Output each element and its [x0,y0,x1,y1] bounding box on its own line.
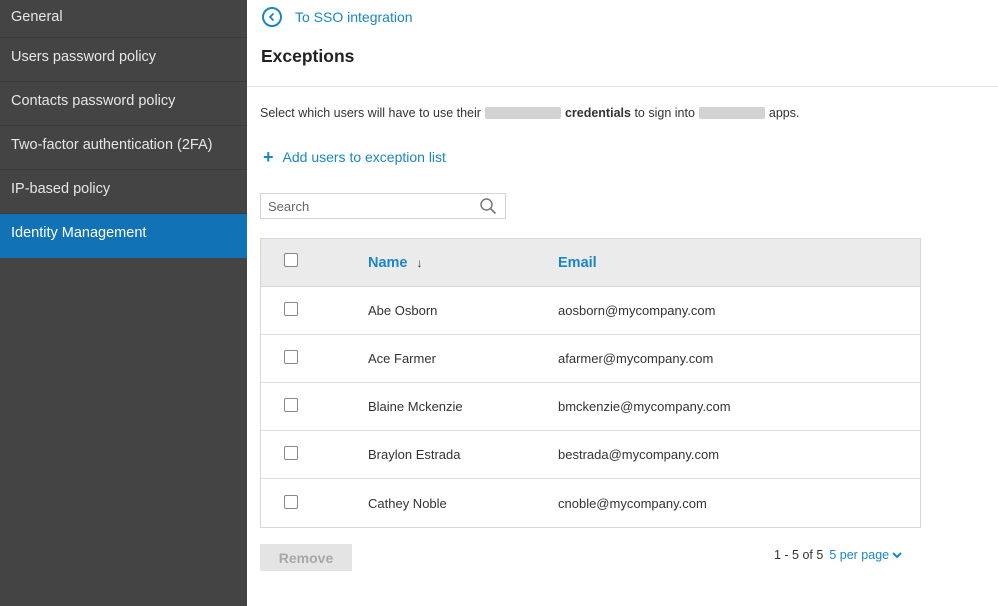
per-page-label[interactable]: 5 per page [829,548,889,562]
search-input[interactable] [268,198,468,214]
description-text: Select which users will have to use thei… [260,106,800,120]
user-email: bmckenzie@mycompany.com [558,399,731,414]
sidebar-item-two-factor-authentication[interactable]: Two-factor authentication (2FA) [0,126,247,170]
column-name-label[interactable]: Name [368,255,408,271]
divider [247,86,998,87]
user-name: Abe Osborn [368,303,438,318]
pagination-range: 1 - 5 of 5 [774,548,824,562]
table-header: Name ↓ Email [261,239,920,287]
search-icon[interactable] [479,197,497,220]
per-page-dropdown[interactable]: 5 per page [829,548,902,562]
row-checkbox[interactable] [284,494,298,509]
description-part-2: to sign into [634,106,695,120]
table-row: Cathey Noble cnoble@mycompany.com [261,479,920,527]
row-checkbox[interactable] [284,398,298,412]
sidebar: General Users password policy Contacts p… [0,0,247,606]
chevron-down-icon[interactable] [892,551,902,559]
user-email: afarmer@mycompany.com [558,351,714,366]
table-row: Abe Osborn aosborn@mycompany.com [261,287,920,335]
select-all-checkbox[interactable] [284,253,298,267]
user-email: bestrada@mycompany.com [558,447,720,462]
redacted-brand [698,107,765,119]
user-email: cnoble@mycompany.com [558,495,707,511]
remove-button[interactable]: Remove [260,544,352,571]
add-users-label: Add users to exception list [282,149,446,165]
sort-down-icon[interactable]: ↓ [417,256,423,270]
sidebar-item-ip-based-policy[interactable]: IP-based policy [0,170,247,214]
back-to-sso-link[interactable]: To SSO integration [262,5,413,29]
row-checkbox[interactable] [284,446,298,460]
page-title: Exceptions [261,46,355,66]
table-row: Ace Farmer afarmer@mycompany.com [261,335,920,383]
user-name: Cathey Noble [368,495,447,511]
table-row: Blaine Mckenzie bmckenzie@mycompany.com [261,383,920,431]
sidebar-item-identity-management[interactable]: Identity Management [0,214,247,258]
description-part-1: Select which users will have to use thei… [260,106,481,120]
column-header-name[interactable]: Name ↓ [368,255,558,271]
sidebar-item-general[interactable]: General [0,0,247,38]
search-field[interactable] [260,193,506,219]
sidebar-item-users-password-policy[interactable]: Users password policy [0,38,247,82]
main-content: To SSO integration Exceptions Select whi… [247,0,998,606]
description-bold: credentials [564,106,631,120]
back-link-label[interactable]: To SSO integration [295,9,413,25]
chevron-left-circle-icon[interactable] [262,7,282,27]
plus-icon: + [263,147,274,167]
redacted-brand [484,107,561,119]
column-header-email[interactable]: Email [558,255,920,271]
sidebar-item-contacts-password-policy[interactable]: Contacts password policy [0,82,247,126]
user-email: aosborn@mycompany.com [558,303,716,318]
table-row: Braylon Estrada bestrada@mycompany.com [261,431,920,479]
description-part-3: apps. [768,106,800,120]
user-name: Ace Farmer [368,351,436,366]
pagination: 1 - 5 of 5 5 per page [774,548,902,562]
users-table: Name ↓ Email Abe Osborn aosborn@mycompany… [260,238,921,528]
user-name: Braylon Estrada [368,447,461,462]
row-checkbox[interactable] [284,350,298,364]
add-users-button[interactable]: + Add users to exception list [263,148,446,166]
row-checkbox[interactable] [284,302,298,316]
user-name: Blaine Mckenzie [368,399,463,414]
